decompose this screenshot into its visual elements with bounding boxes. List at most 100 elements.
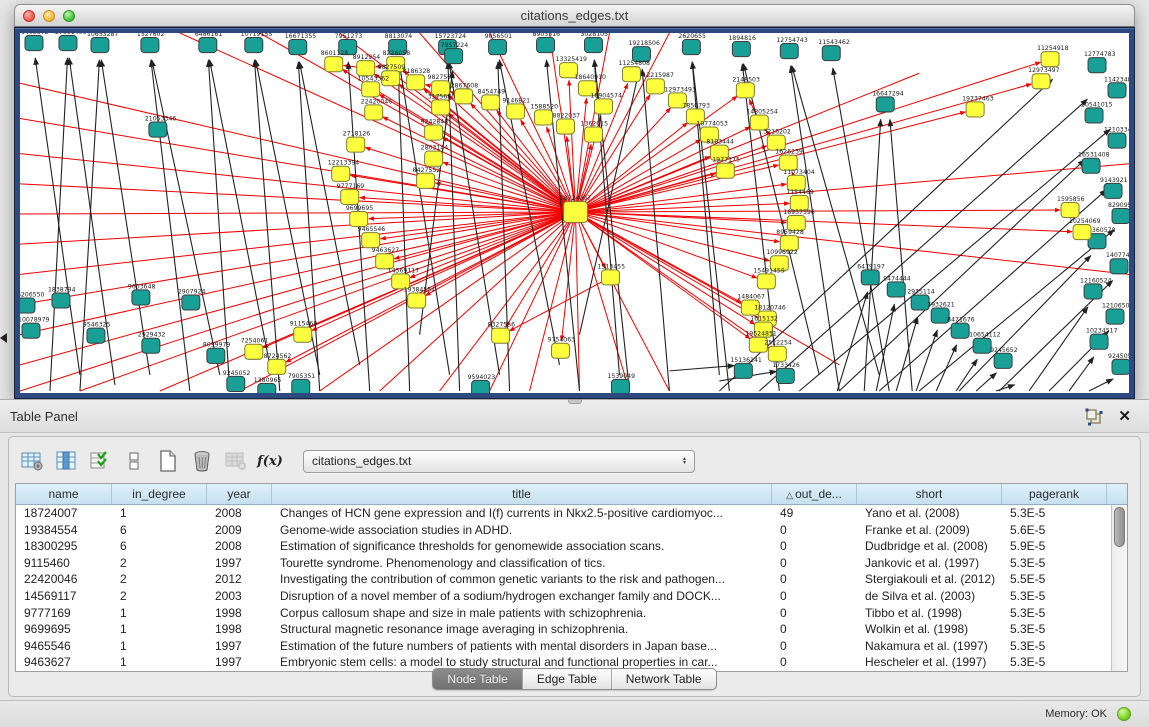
cell-name: 19384554 (16, 522, 112, 539)
svg-text:10543362: 10543362 (358, 75, 390, 82)
cell-pagerank: 5.9E-5 (1002, 538, 1107, 555)
cell-year: 2009 (207, 522, 272, 539)
table-settings-icon[interactable] (21, 450, 43, 472)
svg-text:9754063: 9754063 (548, 337, 576, 344)
table-scrollbar-thumb[interactable] (1114, 507, 1125, 547)
cell-short: de Silva et al. (2003) (857, 588, 1002, 605)
svg-text:16647294: 16647294 (872, 90, 904, 97)
tab-edge-table[interactable]: Edge Table (523, 669, 612, 689)
table-toolbar: f(x) citations_edges.txt ▴▾ (21, 445, 695, 477)
svg-text:2907924: 2907924 (178, 288, 206, 295)
delete-entry-icon[interactable] (191, 450, 213, 472)
svg-text:9465546: 9465546 (358, 226, 386, 233)
cell-name: 9699695 (16, 621, 112, 638)
svg-text:16531408: 16531408 (1078, 152, 1110, 159)
network-canvas[interactable]: 9405572276914061065328715276026486161107… (20, 33, 1129, 393)
cell-year: 2003 (207, 588, 272, 605)
svg-text:3216202: 3216202 (763, 129, 791, 136)
cell-name: 9115460 (16, 555, 112, 572)
svg-text:9242848: 9242848 (421, 118, 449, 125)
svg-text:8186328: 8186328 (403, 68, 431, 75)
table-body: 1872400712008Changes of HCN gene express… (16, 505, 1111, 671)
cell-title: Structural magnetic resonance image aver… (272, 621, 772, 638)
svg-text:1484067: 1484067 (737, 293, 765, 300)
cell-out_de: 0 (772, 571, 857, 588)
table-select[interactable]: citations_edges.txt ▴▾ (303, 450, 695, 473)
table-row[interactable]: 2242004622012Investigating the contribut… (16, 571, 1111, 588)
svg-text:11543462: 11543462 (818, 39, 850, 46)
svg-text:8427552: 8427552 (413, 167, 441, 174)
float-panel-icon[interactable] (1085, 408, 1103, 426)
cell-title: Disruption of a novel member of a sodium… (272, 588, 772, 605)
svg-text:14569117: 14569117 (388, 267, 420, 274)
svg-text:1513455: 1513455 (597, 263, 625, 270)
cell-title: Estimation of significance thresholds fo… (272, 538, 772, 555)
window-titlebar[interactable]: citations_edges.txt (14, 4, 1135, 27)
cell-short: Jankovic et al. (1997) (857, 555, 1002, 572)
svg-text:8905316: 8905316 (533, 33, 561, 38)
cell-short: Yano et al. (2008) (857, 505, 1002, 522)
svg-text:12774783: 12774783 (1084, 51, 1116, 58)
svg-text:9827504: 9827504 (428, 74, 456, 81)
column-header-in_degree[interactable]: in_degree (112, 484, 207, 504)
column-header-title[interactable]: title (272, 484, 772, 504)
svg-text:2522254: 2522254 (764, 340, 792, 347)
column-header-short[interactable]: short (857, 484, 1002, 504)
svg-text:18957596: 18957596 (783, 209, 815, 216)
table-row[interactable]: 1830029562008Estimation of significance … (16, 538, 1111, 555)
column-header-pagerank[interactable]: pagerank (1002, 484, 1107, 504)
svg-text:8226058: 8226058 (383, 50, 411, 57)
svg-text:2935114: 2935114 (907, 288, 935, 295)
close-panel-icon[interactable]: ✕ (1118, 407, 1131, 425)
cell-name: 14569117 (16, 588, 112, 605)
select-rows-icon[interactable] (89, 450, 111, 472)
table-row[interactable]: 911546021997Tourette syndrome. Phenomeno… (16, 555, 1111, 572)
svg-text:13325419: 13325419 (556, 56, 588, 63)
table-row[interactable]: 1872400712008Changes of HCN gene express… (16, 505, 1111, 522)
table-row[interactable]: 969969511998Structural magnetic resonanc… (16, 621, 1111, 638)
function-builder-icon[interactable]: f(x) (259, 450, 281, 472)
table-row[interactable]: 977716911998Corpus callosum shape and si… (16, 605, 1111, 622)
svg-text:9474444: 9474444 (883, 275, 911, 282)
table-row[interactable]: 1938455462009Genome-wide association stu… (16, 522, 1111, 539)
cell-year: 2008 (207, 505, 272, 522)
cell-name: 9777169 (16, 605, 112, 622)
svg-text:12160524: 12160524 (1080, 277, 1112, 284)
row-height-icon[interactable] (123, 450, 145, 472)
table-row[interactable]: 946554611997Estimation of the future num… (16, 638, 1111, 655)
svg-text:19737463: 19737463 (962, 95, 994, 102)
tab-network-table[interactable]: Network Table (612, 669, 716, 689)
svg-text:10254069: 10254069 (1069, 218, 1101, 225)
tab-node-table[interactable]: Node Table (433, 669, 523, 689)
svg-text:26206550: 26206550 (20, 291, 45, 298)
svg-text:7905351: 7905351 (288, 373, 316, 380)
cell-year: 1998 (207, 605, 272, 622)
svg-text:18724007: 18724007 (560, 195, 592, 202)
hidden-panel-arrow-icon[interactable] (0, 333, 7, 343)
table-column-icon[interactable] (55, 450, 77, 472)
cell-out_de: 0 (772, 605, 857, 622)
cell-year: 1997 (207, 638, 272, 655)
svg-text:11254808: 11254808 (618, 60, 650, 67)
svg-text:1527602: 1527602 (137, 33, 165, 38)
svg-text:27691406: 27691406 (55, 33, 87, 36)
svg-text:9115460: 9115460 (290, 321, 318, 328)
table-panel-titlebar: Table Panel ✕ (0, 399, 1149, 433)
svg-text:1588520: 1588520 (531, 103, 559, 110)
cell-title: Corpus callosum shape and size in male p… (272, 605, 772, 622)
column-header-year[interactable]: year (207, 484, 272, 504)
cell-name: 18724007 (16, 505, 112, 522)
column-header-out_de[interactable]: △out_de... (772, 484, 857, 504)
table-scrollbar[interactable] (1111, 505, 1127, 671)
column-header-name[interactable]: name (16, 484, 112, 504)
table-row[interactable]: 1456911722003Disruption of a novel membe… (16, 588, 1111, 605)
svg-text:2803144: 2803144 (421, 145, 449, 152)
svg-text:16904574: 16904574 (590, 92, 622, 99)
svg-text:9594023: 9594023 (468, 374, 496, 381)
cell-title: Genome-wide association studies in ADHD. (272, 522, 772, 539)
divider-handle[interactable] (568, 399, 582, 404)
cell-out_de: 49 (772, 505, 857, 522)
cell-in_degree: 2 (112, 571, 207, 588)
svg-text:22420046: 22420046 (361, 98, 393, 105)
new-table-icon[interactable] (157, 450, 179, 472)
